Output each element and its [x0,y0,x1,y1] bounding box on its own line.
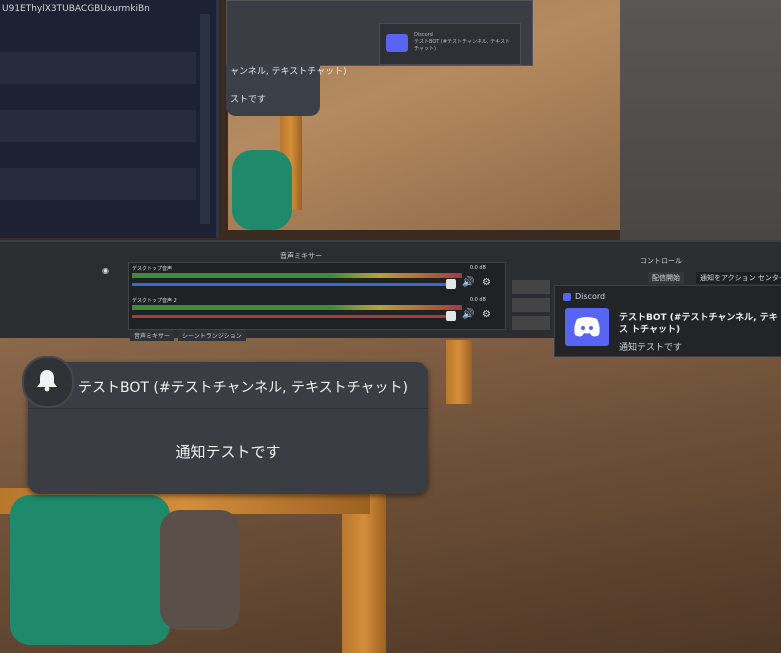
tab-start-streaming[interactable]: 配信開始 [648,272,684,284]
fader-knob[interactable] [446,311,456,321]
volume-fader[interactable] [132,283,452,286]
volume-fader[interactable] [132,315,452,318]
chat-row[interactable] [0,168,196,200]
discord-small-icon [563,293,571,301]
toast-body: 通知テストです [619,343,683,353]
fader-knob[interactable] [446,279,456,289]
speaker-icon[interactable]: 🔊 [462,309,474,320]
vr-notification-title: テストBOT (#テストチャンネル, テキストチャット) [78,380,408,396]
table-leg [446,340,472,404]
toast-source: Discord [563,292,605,301]
discord-toast-notification[interactable]: Discord テストBOT (#テストチャンネル, テキス トチャット) 通知… [554,285,781,357]
speaker-icon[interactable]: 🔊 [462,277,474,288]
gear-icon[interactable]: ⚙ [482,309,491,320]
controls-title: コントロール [640,257,682,265]
avatar-mirror [232,150,292,230]
discord-logo-icon [386,34,408,52]
avatar-body [10,495,170,645]
chat-row[interactable] [0,110,196,142]
control-button[interactable] [512,280,550,294]
eye-icon[interactable]: ◉ [102,266,109,275]
track-db: 0.0 dB [469,297,486,303]
chat-row[interactable] [0,52,196,84]
tab-scene-transition[interactable]: シーントランジション [178,330,246,341]
chat-window: U91EThylX3TUBACGBUxurmkiBn [0,0,219,238]
audio-mixer-title: 音声ミキサー [280,252,322,260]
control-button[interactable] [512,316,550,330]
tab-action-center[interactable]: 通知をアクション センター [696,272,781,284]
notification-icon-badge [22,356,74,408]
track-label: デスクトップ音声 2 [132,298,177,304]
chat-scrollbar[interactable] [200,14,210,224]
obs-mirror-window: Discord テストBOT (#テストチャンネル, テキスト チャット) [226,0,533,66]
mixer-track: デスクトップ音声 0.0 dB 🔊 ⚙ [132,265,492,293]
vr-notification-body: 通知テストです [175,443,281,461]
volume-meter [132,273,462,278]
discord-logo-icon [565,308,609,346]
mini-notification-text: Discord テストBOT (#テストチャンネル, テキスト チャット) [414,32,510,52]
mirror-line2: ストです [230,95,267,105]
wall-background [620,0,781,240]
mini-discord-notification: Discord テストBOT (#テストチャンネル, テキスト チャット) [379,23,521,65]
track-db: 0.0 dB [469,265,486,271]
vr-notification-mirror: ャンネル, テキストチャット) ストです [226,64,347,116]
mirror-line1: ャンネル, テキストチャット) [230,67,347,77]
chat-user-id: U91EThylX3TUBACGBUxurmkiBn [2,4,150,14]
toast-title: テストBOT (#テストチャンネル, テキス トチャット) [619,313,778,335]
gear-icon[interactable]: ⚙ [482,277,491,288]
volume-meter [132,305,462,310]
mixer-track: デスクトップ音声 2 0.0 dB 🔊 ⚙ [132,297,492,325]
bell-icon [37,370,57,392]
avatar-leg [160,510,240,630]
tab-audio-mixer[interactable]: 音声ミキサー [130,330,175,341]
vr-notification-divider [28,408,428,409]
track-label: デスクトップ音声 [132,266,173,272]
control-button[interactable] [512,298,550,312]
